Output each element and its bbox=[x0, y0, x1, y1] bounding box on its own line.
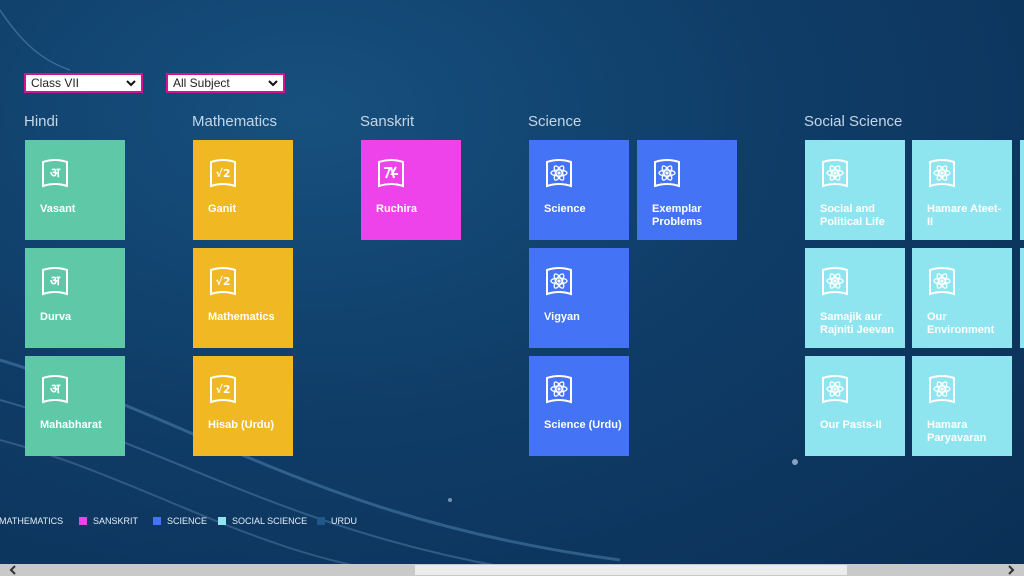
book-title: Ganit bbox=[208, 203, 237, 215]
legend-swatch bbox=[153, 517, 161, 525]
book-tile-science-urdu[interactable]: Science (Urdu) bbox=[529, 356, 629, 456]
book-atom-icon bbox=[929, 267, 955, 296]
svg-text:√2: √2 bbox=[216, 383, 231, 396]
book-tile-our-pasts-ii[interactable]: Our Pasts-II bbox=[805, 356, 905, 456]
book-square-root-icon: √2 bbox=[210, 159, 236, 188]
legend-label: SCIENCE bbox=[167, 516, 208, 526]
book-tile-ruchira[interactable]: Ruchira bbox=[361, 140, 461, 240]
book-tile-exemplar-problems[interactable]: Exemplar Problems bbox=[637, 140, 737, 240]
book-title: Mahabharat bbox=[40, 419, 102, 431]
svg-text:√2: √2 bbox=[216, 167, 231, 180]
book-hindi-letter-icon: अ bbox=[42, 267, 68, 296]
svg-text:√2: √2 bbox=[216, 275, 231, 288]
book-hindi-letter-icon: अ bbox=[42, 159, 68, 188]
legend-item-science: SCIENCE bbox=[153, 516, 207, 526]
book-title: Hamare Ateet-II bbox=[927, 203, 1002, 228]
book-atom-icon bbox=[546, 159, 572, 188]
class-select-value: Class VII bbox=[31, 76, 80, 90]
chevron-down-icon bbox=[268, 80, 278, 87]
book-tile-our-environment[interactable]: Our Environment bbox=[912, 248, 1012, 348]
book-tile-hamara-paryavaran[interactable]: Hamara Paryavaran bbox=[912, 356, 1012, 456]
class-select[interactable]: Class VII bbox=[24, 73, 143, 93]
offscreen-tile-edge bbox=[1020, 140, 1024, 240]
book-title: Science (Urdu) bbox=[544, 419, 622, 431]
book-tile-mathematics[interactable]: √2 Mathematics bbox=[193, 248, 293, 348]
svg-text:अ: अ bbox=[50, 166, 61, 181]
svg-text:अ: अ bbox=[50, 382, 61, 397]
legend-item-social-science: SOCIAL SCIENCE bbox=[218, 516, 307, 526]
book-tile-ganit[interactable]: √2 Ganit bbox=[193, 140, 293, 240]
subject-select[interactable]: All Subject bbox=[166, 73, 285, 93]
book-title: Social and Political Life bbox=[820, 203, 885, 228]
legend-label: SOCIAL SCIENCE bbox=[232, 516, 308, 526]
book-title: Samajik aur Rajniti Jeevan bbox=[820, 311, 894, 336]
svg-text:अ: अ bbox=[50, 274, 61, 289]
book-square-root-icon: √2 bbox=[210, 267, 236, 296]
book-atom-icon bbox=[929, 159, 955, 188]
book-hindi-letter-icon: अ bbox=[42, 375, 68, 404]
book-tile-mahabharat[interactable]: अ Mahabharat bbox=[25, 356, 125, 456]
book-title: Vasant bbox=[40, 203, 76, 215]
book-tile-vasant[interactable]: अ Vasant bbox=[25, 140, 125, 240]
book-tile-durva[interactable]: अ Durva bbox=[25, 248, 125, 348]
book-atom-icon bbox=[822, 267, 848, 296]
offscreen-tile-edge bbox=[1020, 248, 1024, 348]
legend-item-urdu: URDU bbox=[317, 516, 357, 526]
book-tile-social-and-political-life[interactable]: Social and Political Life bbox=[805, 140, 905, 240]
group-title-science: Science bbox=[528, 113, 582, 130]
book-title: Vigyan bbox=[544, 311, 580, 323]
book-atom-icon bbox=[822, 375, 848, 404]
book-title: Hamara Paryavaran bbox=[927, 419, 987, 444]
book-tile-science[interactable]: Science bbox=[529, 140, 629, 240]
legend-swatch bbox=[79, 517, 87, 525]
book-atom-icon bbox=[654, 159, 680, 188]
book-atom-icon bbox=[929, 375, 955, 404]
book-tile-samajik-aur-rajniti-jeevan[interactable]: Samajik aur Rajniti Jeevan bbox=[805, 248, 905, 348]
group-title-sanskrit: Sanskrit bbox=[360, 113, 415, 130]
book-title: Science bbox=[544, 203, 586, 215]
book-square-root-icon: √2 bbox=[210, 375, 236, 404]
book-title: Exemplar Problems bbox=[652, 203, 703, 228]
chevron-down-icon bbox=[126, 80, 136, 87]
legend-swatch bbox=[218, 517, 226, 525]
book-sanskrit-letter-icon bbox=[378, 159, 404, 188]
book-title: Hisab (Urdu) bbox=[208, 419, 274, 431]
legend-label: MATHEMATICS bbox=[0, 516, 64, 526]
legend-label: URDU bbox=[331, 516, 357, 526]
group-title-social-science: Social Science bbox=[804, 113, 903, 130]
legend-swatch bbox=[317, 517, 325, 525]
book-atom-icon bbox=[546, 375, 572, 404]
book-tile-hisab-urdu[interactable]: √2 Hisab (Urdu) bbox=[193, 356, 293, 456]
legend-label: SANSKRIT bbox=[93, 516, 139, 526]
book-atom-icon bbox=[822, 159, 848, 188]
book-title: Our Pasts-II bbox=[820, 419, 882, 431]
scrollbar-thumb[interactable] bbox=[415, 565, 847, 575]
legend-item-mathematics: MATHEMATICS bbox=[0, 516, 63, 526]
book-title: Ruchira bbox=[376, 203, 417, 215]
book-title: Our Environment bbox=[927, 311, 995, 336]
book-title: Durva bbox=[40, 311, 72, 323]
book-tile-hamare-ateet-ii[interactable]: Hamare Ateet-II bbox=[912, 140, 1012, 240]
book-title: Mathematics bbox=[208, 311, 275, 323]
scroll-left-arrow-icon[interactable] bbox=[6, 564, 20, 576]
book-tile-vigyan[interactable]: Vigyan bbox=[529, 248, 629, 348]
legend-item-sanskrit: SANSKRIT bbox=[79, 516, 138, 526]
group-title-hindi: Hindi bbox=[24, 113, 59, 130]
group-title-mathematics: Mathematics bbox=[192, 113, 278, 130]
horizontal-scrollbar[interactable] bbox=[0, 564, 1024, 576]
book-atom-icon bbox=[546, 267, 572, 296]
scroll-right-arrow-icon[interactable] bbox=[1004, 564, 1018, 576]
subject-select-value: All Subject bbox=[173, 76, 230, 90]
